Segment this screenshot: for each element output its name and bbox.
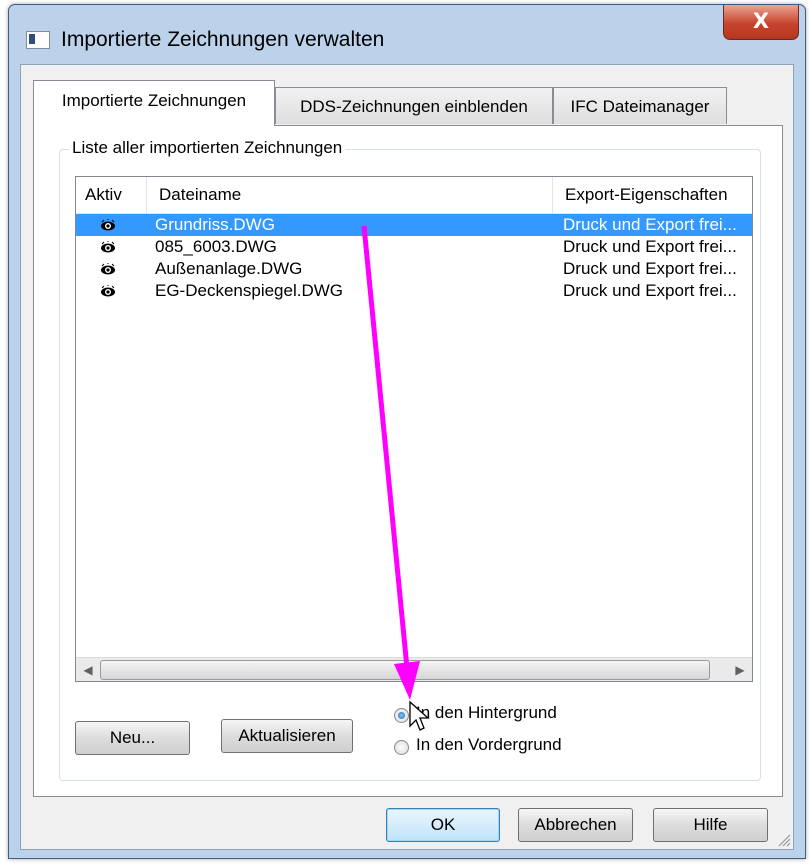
scrollbar-thumb[interactable] (100, 660, 710, 680)
refresh-button[interactable]: Aktualisieren (221, 719, 353, 753)
title-bar[interactable]: Importierte Zeichnungen verwalten X (9, 5, 805, 65)
eye-icon[interactable] (100, 241, 116, 253)
column-header-export[interactable]: Export-Eigenschaften (553, 177, 752, 213)
window-icon (26, 31, 50, 49)
radio-background[interactable] (394, 708, 409, 723)
file-name: EG-Deckenspiegel.DWG (155, 281, 344, 300)
dialog-window: Importierte Zeichnungen verwalten X Impo… (8, 4, 806, 859)
tab-ifc-dateimanager[interactable]: IFC Dateimanager (553, 87, 727, 124)
list-row[interactable]: EG-Deckenspiegel.DWG Druck und Export fr… (76, 280, 752, 302)
export-properties: Druck und Export frei... (563, 215, 737, 234)
eye-icon[interactable] (100, 285, 116, 297)
column-header-aktiv[interactable]: Aktiv (76, 177, 147, 213)
group-legend: Liste aller importierten Zeichnungen (69, 138, 346, 158)
help-button[interactable]: Hilfe (653, 808, 768, 842)
mouse-cursor-icon (409, 700, 430, 731)
radio-background-label[interactable]: In den Hintergrund (416, 703, 557, 723)
close-button[interactable]: X (723, 5, 799, 40)
radio-foreground-label[interactable]: In den Vordergrund (416, 735, 562, 755)
eye-icon[interactable] (100, 263, 116, 275)
export-properties: Druck und Export frei... (563, 259, 737, 278)
list-row[interactable]: Außenanlage.DWG Druck und Export frei... (76, 258, 752, 280)
horizontal-scrollbar[interactable]: ◀ ▶ (76, 657, 752, 681)
radio-foreground[interactable] (394, 740, 409, 755)
drawings-group: Liste aller importierten Zeichnungen Akt… (59, 138, 761, 781)
resize-grip-icon[interactable] (775, 831, 791, 847)
window-title: Importierte Zeichnungen verwalten (61, 28, 385, 51)
column-header-dateiname[interactable]: Dateiname (147, 177, 553, 213)
export-properties: Druck und Export frei... (563, 237, 737, 256)
cancel-button[interactable]: Abbrechen (518, 808, 633, 842)
eye-icon[interactable] (100, 219, 116, 231)
list-header: Aktiv Dateiname Export-Eigenschaften (76, 177, 752, 214)
tab-dds-zeichnungen[interactable]: DDS-Zeichnungen einblenden (275, 87, 553, 124)
tab-importierte-zeichnungen[interactable]: Importierte Zeichnungen (33, 80, 275, 126)
new-button[interactable]: Neu... (75, 721, 190, 755)
list-row[interactable]: Grundriss.DWG Druck und Export frei... (76, 214, 752, 236)
drawings-list[interactable]: Aktiv Dateiname Export-Eigenschaften Gru… (75, 176, 753, 682)
scroll-left-icon[interactable]: ◀ (76, 658, 100, 681)
list-row[interactable]: 085_6003.DWG Druck und Export frei... (76, 236, 752, 258)
file-name: Außenanlage.DWG (155, 259, 303, 278)
dialog-client-area: Importierte Zeichnungen DDS-Zeichnungen … (20, 64, 794, 850)
ok-button[interactable]: OK (386, 808, 500, 842)
file-name: 085_6003.DWG (155, 237, 277, 256)
tab-panel: Liste aller importierten Zeichnungen Akt… (33, 125, 783, 797)
file-name: Grundriss.DWG (155, 215, 275, 234)
scroll-right-icon[interactable]: ▶ (728, 658, 752, 681)
export-properties: Druck und Export frei... (563, 281, 737, 300)
